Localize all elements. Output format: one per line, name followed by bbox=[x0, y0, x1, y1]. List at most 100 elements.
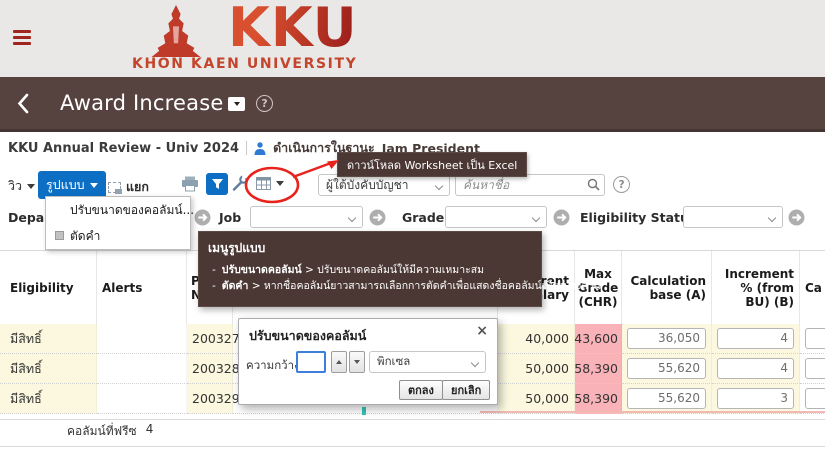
chevron-down-icon bbox=[435, 182, 443, 190]
caret-up-icon bbox=[336, 360, 342, 364]
eligibility-status-go-icon[interactable] bbox=[788, 209, 805, 226]
divider bbox=[0, 419, 825, 420]
job-go-icon[interactable] bbox=[369, 209, 386, 226]
ca-input[interactable] bbox=[805, 328, 825, 349]
frozen-columns-count: 4 bbox=[146, 422, 154, 441]
filter-label-eligibility-status: Eligibility Status bbox=[580, 210, 696, 225]
excel-download-tooltip: ดาวน์โหลด Worksheet เป็น Excel bbox=[337, 152, 527, 177]
hamburger-menu-icon[interactable] bbox=[13, 30, 31, 48]
resize-column-dialog: ปรับขนาดของคอลัมน์ × ความกว้าง พิกเซล ตก… bbox=[238, 318, 498, 405]
ca-cell bbox=[800, 354, 825, 384]
department-go-icon[interactable] bbox=[194, 209, 211, 226]
divider bbox=[0, 446, 825, 447]
grade-select[interactable] bbox=[445, 206, 547, 228]
print-button[interactable] bbox=[181, 176, 199, 192]
filter-label-grade: Grade bbox=[402, 210, 444, 225]
scroll-indicator bbox=[362, 407, 366, 415]
tooltip-item: - ตัดคำ > หากชื่อคอลัมน์ยาวสามารถเลือกกา… bbox=[208, 278, 532, 294]
column-alerts: Alerts bbox=[97, 251, 187, 414]
ca-cell bbox=[800, 384, 825, 414]
column-header-alerts[interactable]: Alerts bbox=[97, 251, 187, 324]
calc-base-cell: 36,050 bbox=[622, 324, 712, 354]
format-dropdown-menu: ปรับขนาดของคอลัมน์... ตัดคำ bbox=[45, 196, 191, 250]
page-title-bar: Award Increase ? bbox=[0, 77, 825, 132]
person-number-cell: 200329 bbox=[187, 384, 233, 414]
eligibility-cell: มีสิทธิ์ bbox=[0, 354, 97, 384]
calc-base-input[interactable]: 55,620 bbox=[627, 388, 706, 409]
export-excel-button[interactable] bbox=[256, 177, 284, 190]
column-header-increment-pct[interactable]: Increment % (from BU) (B) bbox=[712, 251, 800, 324]
tooltip-term: ตัดคำ bbox=[222, 280, 249, 292]
chevron-down-icon bbox=[768, 214, 776, 222]
app-header: KKU KHON KAEN UNIVERSITY bbox=[0, 0, 825, 77]
column-eligibility: Eligibility มีสิทธิ์ มีสิทธิ์ มีสิทธิ์ bbox=[0, 251, 97, 414]
increment-input[interactable]: 3 bbox=[717, 388, 794, 409]
column-increment-pct: Increment % (from BU) (B) 4 4 3 bbox=[712, 251, 800, 414]
spinner-down-button[interactable] bbox=[349, 351, 365, 373]
close-icon[interactable]: × bbox=[476, 323, 488, 339]
increment-cell: 4 bbox=[712, 324, 800, 354]
max-grade-cell: 58,390 bbox=[575, 384, 622, 414]
alerts-cell bbox=[97, 324, 187, 354]
tooltip-term: ปรับขนาดคอลัมน์ bbox=[222, 264, 302, 276]
subordinate-dropdown[interactable]: ผู้ใต้บังคับบัญชา bbox=[318, 174, 450, 196]
award-increase-page: KKU KHON KAEN UNIVERSITY Award Increase … bbox=[0, 0, 825, 464]
alerts-cell bbox=[97, 384, 187, 414]
calc-base-input[interactable]: 55,620 bbox=[627, 358, 706, 379]
calc-base-input[interactable]: 36,050 bbox=[627, 328, 706, 349]
search-icon bbox=[587, 178, 600, 191]
chevron-down-icon bbox=[471, 359, 479, 367]
presentation-dropdown-icon[interactable] bbox=[228, 97, 245, 111]
increment-input[interactable]: 4 bbox=[717, 358, 794, 379]
increment-input[interactable]: 4 bbox=[717, 328, 794, 349]
bullet: - bbox=[212, 262, 216, 278]
detach-button[interactable]: แยก bbox=[108, 177, 149, 197]
job-select[interactable] bbox=[250, 206, 363, 228]
calc-base-cell: 55,620 bbox=[622, 354, 712, 384]
export-caret-icon bbox=[276, 181, 284, 186]
view-menu-label: วิว bbox=[8, 176, 22, 196]
filter-button[interactable] bbox=[206, 173, 228, 195]
unit-select[interactable]: พิกเซล bbox=[369, 351, 486, 373]
back-chevron-icon[interactable] bbox=[16, 93, 29, 114]
max-grade-cell: 58,390 bbox=[575, 354, 622, 384]
search-help-icon[interactable]: ? bbox=[613, 176, 630, 193]
university-name: KHON KAEN UNIVERSITY bbox=[132, 56, 357, 72]
eligibility-status-select[interactable] bbox=[683, 206, 783, 228]
search-name-input[interactable] bbox=[455, 174, 605, 196]
tools-button[interactable] bbox=[231, 175, 249, 192]
eligibility-cell: มีสิทธิ์ bbox=[0, 324, 97, 354]
chevron-down-icon bbox=[532, 214, 540, 222]
column-calculation-base: Calculation base (A) 36,050 55,620 55,62… bbox=[622, 251, 712, 414]
menu-item-resize-columns[interactable]: ปรับขนาดของคอลัมน์... bbox=[46, 197, 190, 223]
kku-acronym-logo: KKU bbox=[228, 0, 358, 59]
tooltip-item: - ปรับขนาดคอลัมน์ > ปรับขนาดคอลัมน์ให้มี… bbox=[208, 262, 532, 278]
cancel-button[interactable]: ยกเลิก bbox=[442, 380, 490, 400]
column-header-calculation-base[interactable]: Calculation base (A) bbox=[622, 251, 712, 324]
printer-icon bbox=[181, 176, 199, 192]
detach-label: แยก bbox=[126, 177, 149, 197]
search-name-box bbox=[455, 174, 605, 196]
ca-cell bbox=[800, 324, 825, 354]
menu-item-wrap-text[interactable]: ตัดคำ bbox=[46, 223, 190, 249]
ca-input[interactable] bbox=[805, 388, 825, 409]
column-header-ca[interactable]: Ca bbox=[800, 251, 825, 324]
column-max-grade: Max Grade (CHR) 43,600 58,390 58,390 bbox=[575, 251, 622, 414]
spinner-up-button[interactable] bbox=[331, 351, 347, 373]
view-menu-button[interactable]: วิว bbox=[8, 176, 35, 196]
ok-button[interactable]: ตกลง bbox=[399, 380, 443, 400]
review-cycle-title: KKU Annual Review - Univ 2024 bbox=[8, 141, 239, 156]
calc-base-cell: 55,620 bbox=[622, 384, 712, 414]
subordinate-dropdown-value: ผู้ใต้บังคับบัญชา bbox=[326, 176, 409, 195]
page-help-icon[interactable]: ? bbox=[256, 95, 273, 112]
person-number-cell: 200328 bbox=[187, 354, 233, 384]
format-menu-tooltip: เมนูรูปแบบ - ปรับขนาดคอลัมน์ > ปรับขนาดค… bbox=[198, 231, 542, 307]
column-header-eligibility[interactable]: Eligibility bbox=[0, 251, 97, 324]
format-menu-button[interactable]: รูปแบบ bbox=[38, 171, 106, 199]
tooltip-desc: > หากชื่อคอลัมน์ยาวสามารถเลือกการตัดคำเพ… bbox=[252, 280, 601, 292]
ca-input[interactable] bbox=[805, 358, 825, 379]
increment-cell: 3 bbox=[712, 384, 800, 414]
grade-go-icon[interactable] bbox=[553, 209, 570, 226]
width-label: ความกว้าง bbox=[246, 357, 300, 375]
width-input[interactable] bbox=[296, 351, 326, 373]
